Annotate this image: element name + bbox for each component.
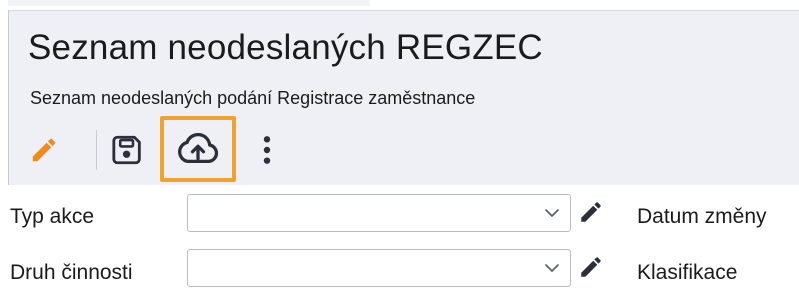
save-button[interactable]	[106, 128, 150, 172]
save-icon	[112, 135, 141, 165]
pencil-icon	[581, 202, 601, 222]
pencil-icon	[32, 138, 56, 162]
top-strip-block	[8, 0, 370, 6]
druh-cinnosti-select[interactable]	[187, 249, 571, 287]
chevron-down-icon	[545, 209, 559, 217]
druh-cinnosti-edit-button[interactable]	[576, 252, 606, 282]
page-title: Seznam neodeslaných REGZEC	[28, 28, 543, 67]
pencil-icon	[581, 257, 601, 277]
toolbar-separator	[96, 130, 97, 170]
filter-form: Typ akce Datum změny Druh činnosti Klasi…	[0, 185, 799, 290]
page-subtitle: Seznam neodeslaných podání Registrace za…	[30, 88, 476, 108]
upload-button[interactable]	[160, 116, 236, 182]
typ-akce-select[interactable]	[187, 194, 571, 232]
field-label-klasifikace: Klasifikace	[637, 261, 738, 284]
chevron-down-icon	[545, 264, 559, 272]
more-vertical-icon	[263, 136, 271, 164]
toolbar	[8, 116, 799, 182]
field-label-typ-akce: Typ akce	[10, 205, 95, 228]
field-label-druh-cinnosti: Druh činnosti	[10, 261, 133, 284]
typ-akce-edit-button[interactable]	[576, 197, 606, 227]
cloud-upload-icon	[178, 133, 219, 164]
top-strip	[0, 0, 799, 10]
app-window: Seznam neodeslaných REGZEC Seznam neodes…	[0, 0, 799, 290]
edit-button[interactable]	[22, 128, 66, 172]
more-button[interactable]	[252, 128, 282, 172]
field-label-datum-zmeny: Datum změny	[637, 205, 767, 228]
